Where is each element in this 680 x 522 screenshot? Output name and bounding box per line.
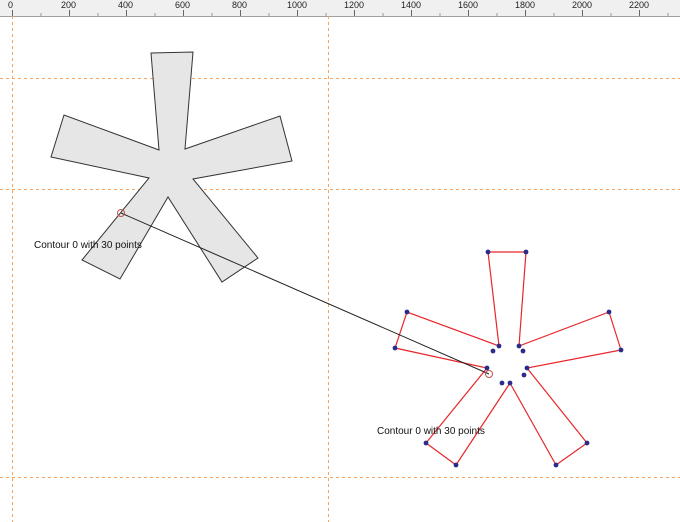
contour-point[interactable] [521, 372, 527, 378]
contour-point[interactable] [553, 462, 559, 468]
ruler-tick-label: 0 [8, 0, 14, 10]
contour-point[interactable] [606, 309, 612, 315]
contour-point[interactable] [423, 440, 429, 446]
contour-point[interactable] [520, 348, 526, 354]
ruler-tick-label: 2000 [572, 0, 593, 10]
contour-point[interactable] [485, 249, 491, 255]
contour-point[interactable] [499, 380, 505, 386]
contour-info-label: Contour 0 with 30 points [34, 240, 142, 251]
ruler-tick-label: 2200 [629, 0, 650, 10]
ruler-tick-label: 1400 [401, 0, 422, 10]
contour-info-label-interpolated: Contour 0 with 30 points [377, 426, 485, 437]
contour-point[interactable] [516, 343, 522, 349]
glyph-canvas[interactable] [0, 16, 680, 522]
ruler-tick-label: 1000 [287, 0, 308, 10]
horizontal-ruler[interactable]: 0 200 400 600 800 1000 1200 1400 1600 18… [0, 0, 680, 17]
contour-point[interactable] [490, 348, 496, 354]
ruler-tick-label: 400 [118, 0, 134, 10]
ruler-tick-label: 800 [232, 0, 248, 10]
contour-point[interactable] [584, 440, 590, 446]
contour-point[interactable] [524, 365, 530, 371]
contour-point[interactable] [523, 249, 529, 255]
ruler-tick-label: 1800 [515, 0, 536, 10]
ruler-tick-label: 600 [175, 0, 191, 10]
contour-point[interactable] [453, 462, 459, 468]
contour-point[interactable] [496, 343, 502, 349]
contour-point[interactable] [507, 380, 513, 386]
contour-point[interactable] [618, 347, 624, 353]
ruler-tick-label: 1200 [344, 0, 365, 10]
correspondence-line [120, 212, 490, 375]
ruler-tick-label: 200 [61, 0, 77, 10]
contour-point[interactable] [404, 309, 410, 315]
ruler-tick-label: 1600 [458, 0, 479, 10]
contour-point[interactable] [484, 365, 490, 371]
contour-point[interactable] [392, 345, 398, 351]
